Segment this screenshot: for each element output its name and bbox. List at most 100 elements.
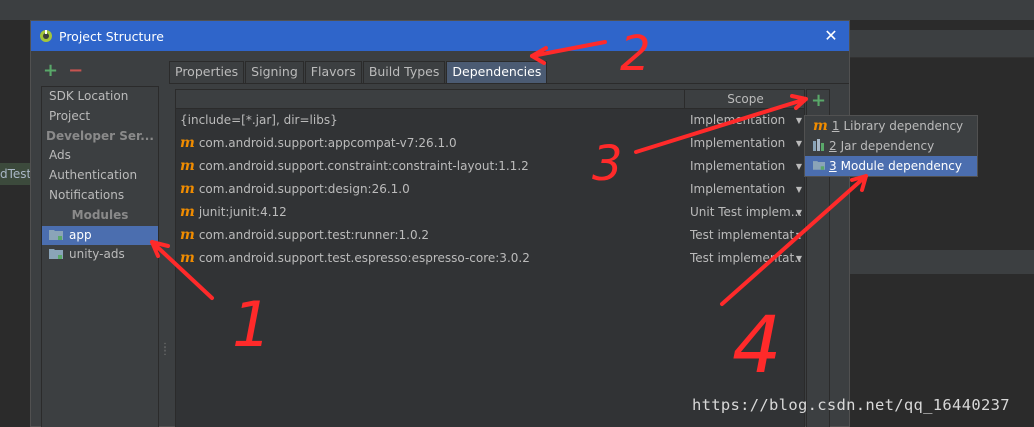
dependency-cell: m com.android.support:appcompat-v7:26.1.0 <box>180 132 457 155</box>
add-dependency-button[interactable]: + <box>811 92 826 110</box>
dependencies-table: Scope {include=[*.jar], dir=libs} Implem… <box>175 89 805 427</box>
maven-icon: m <box>813 118 828 134</box>
android-studio-icon <box>40 30 52 42</box>
popup-item-number: 1 <box>831 119 840 133</box>
scope-dropdown[interactable]: Test implementat... ▼ <box>690 224 802 247</box>
module-folder-icon <box>49 249 63 260</box>
table-row[interactable]: m com.android.support.test.espresso:espre… <box>176 247 804 270</box>
chevron-down-icon: ▼ <box>795 185 802 194</box>
chevron-down-icon: ▼ <box>795 162 802 171</box>
popup-item-label: Jar dependency <box>840 139 935 153</box>
scope-column-header[interactable]: Scope <box>684 90 806 109</box>
scope-dropdown[interactable]: Implementation ▼ <box>690 178 802 201</box>
scope-dropdown[interactable]: Implementation ▼ <box>690 132 802 155</box>
dependency-name: junit:junit:4.12 <box>198 205 287 219</box>
dependency-cell: m com.android.support.test.espresso:espre… <box>180 247 530 270</box>
dependency-name: com.android.support.test.espresso:espres… <box>198 251 530 265</box>
popup-item-jar-dependency[interactable]: 2 Jar dependency <box>805 136 977 156</box>
nav-header-developer-services: Developer Ser... <box>46 128 154 143</box>
chevron-down-icon: ▼ <box>795 116 802 125</box>
chevron-down-icon: ▼ <box>795 254 802 263</box>
maven-icon: m <box>180 250 195 266</box>
dependency-name: com.android.support.constraint:constrain… <box>198 159 529 173</box>
tab-divider <box>169 83 849 84</box>
module-folder-icon <box>813 161 825 170</box>
popup-item-label: Library dependency <box>843 119 964 133</box>
nav-item-sdk-location[interactable]: SDK Location <box>42 87 158 107</box>
dependency-name: com.android.support:design:26.1.0 <box>198 182 410 196</box>
dependency-cell: m com.android.support.test:runner:1.0.2 <box>180 224 429 247</box>
tab-bar: Properties Signing Flavors Build Types D… <box>169 61 548 83</box>
module-folder-icon <box>49 229 63 240</box>
dependency-name: {include=[*.jar], dir=libs} <box>180 113 338 127</box>
table-row[interactable]: m com.android.support.test:runner:1.0.2 T… <box>176 224 804 247</box>
add-dependency-popup: m 1 Library dependency 2 Jar dependency 3 Mo… <box>804 115 978 177</box>
scope-dropdown[interactable]: Implementation ▼ <box>690 109 802 132</box>
dependency-cell: m com.android.support.constraint:constrai… <box>180 155 529 178</box>
maven-icon: m <box>180 158 195 174</box>
close-button[interactable]: ✕ <box>821 26 841 46</box>
tab-dependencies[interactable]: Dependencies <box>446 61 548 83</box>
tab-properties[interactable]: Properties <box>169 61 245 83</box>
splitter-handle[interactable]: ⋮ ⋮ <box>160 343 170 362</box>
nav-item-module-unity-ads[interactable]: unity-ads <box>42 245 158 265</box>
ide-top-strip <box>0 0 1034 20</box>
table-row[interactable]: m com.android.support:design:26.1.0 Imple… <box>176 178 804 201</box>
dependency-name: com.android.support:appcompat-v7:26.1.0 <box>198 136 457 150</box>
chevron-down-icon: ▼ <box>795 208 802 217</box>
scope-dropdown[interactable]: Implementation ▼ <box>690 155 802 178</box>
dependency-cell: m junit:junit:4.12 <box>180 201 287 224</box>
ide-editor-bar <box>850 250 1034 274</box>
left-toolbar: + − <box>43 61 83 81</box>
popup-item-module-dependency[interactable]: 3 Module dependency <box>805 156 977 176</box>
table-row[interactable]: m com.android.support.constraint:constrai… <box>176 155 804 178</box>
add-module-button[interactable]: + <box>43 62 58 80</box>
popup-item-label: Module dependency <box>840 159 962 173</box>
nav-item-label: app <box>69 227 92 242</box>
dependency-name: com.android.support.test:runner:1.0.2 <box>198 228 430 242</box>
scope-value: Unit Test implem... <box>690 205 802 219</box>
chevron-down-icon: ▼ <box>795 139 802 148</box>
ide-editor-snippet: dTest <box>0 163 30 185</box>
tab-signing[interactable]: Signing <box>245 61 304 83</box>
nav-item-module-app[interactable]: app <box>42 225 158 246</box>
nav-item-authentication[interactable]: Authentication <box>42 166 158 186</box>
maven-icon: m <box>180 181 195 197</box>
scope-dropdown[interactable]: Unit Test implem... ▼ <box>690 201 802 224</box>
chevron-down-icon: ▼ <box>795 231 802 240</box>
watermark: https://blog.csdn.net/qq_16440237 <box>692 396 1010 414</box>
nav-item-label: unity-ads <box>69 247 125 262</box>
dialog-title: Project Structure <box>59 28 164 44</box>
ide-editor-header <box>850 30 1034 58</box>
maven-icon: m <box>180 135 195 151</box>
nav-header-modules: Modules <box>71 207 129 222</box>
maven-icon: m <box>180 204 195 220</box>
scope-value: Implementation <box>690 182 786 196</box>
nav-item-project[interactable]: Project <box>42 107 158 127</box>
scope-value: Implementation <box>690 113 786 127</box>
table-row[interactable]: m com.android.support:appcompat-v7:26.1.0… <box>176 132 804 155</box>
nav-item-ads[interactable]: Ads <box>42 146 158 166</box>
ide-editor-area <box>850 30 1034 427</box>
nav-item-notifications[interactable]: Notifications <box>42 186 158 206</box>
tab-build-types[interactable]: Build Types <box>362 61 446 83</box>
remove-module-button[interactable]: − <box>68 62 83 80</box>
tab-flavors[interactable]: Flavors <box>304 61 362 83</box>
scope-value: Test implementat... <box>690 228 802 242</box>
jar-icon <box>813 139 824 151</box>
left-nav-list: SDK Location Project Developer Ser... Ad… <box>41 86 159 427</box>
scope-dropdown[interactable]: Test implementat... ▼ <box>690 247 802 270</box>
maven-icon: m <box>180 227 195 243</box>
popup-item-library-dependency[interactable]: m 1 Library dependency <box>805 116 977 136</box>
table-row[interactable]: m junit:junit:4.12 Unit Test implem... ▼ <box>176 201 804 224</box>
scope-value: Test implementat... <box>690 251 802 265</box>
scope-value: Implementation <box>690 136 786 150</box>
dependency-cell: m com.android.support:design:26.1.0 <box>180 178 410 201</box>
dialog-titlebar: Project Structure ✕ <box>31 21 849 51</box>
popup-item-number: 3 <box>829 159 837 173</box>
table-row[interactable]: {include=[*.jar], dir=libs} Implementati… <box>176 109 804 132</box>
popup-item-number: 2 <box>829 139 837 153</box>
project-structure-dialog: Project Structure ✕ + − SDK Location Pro… <box>30 20 850 427</box>
scope-value: Implementation <box>690 159 786 173</box>
table-header: Scope <box>176 90 804 109</box>
